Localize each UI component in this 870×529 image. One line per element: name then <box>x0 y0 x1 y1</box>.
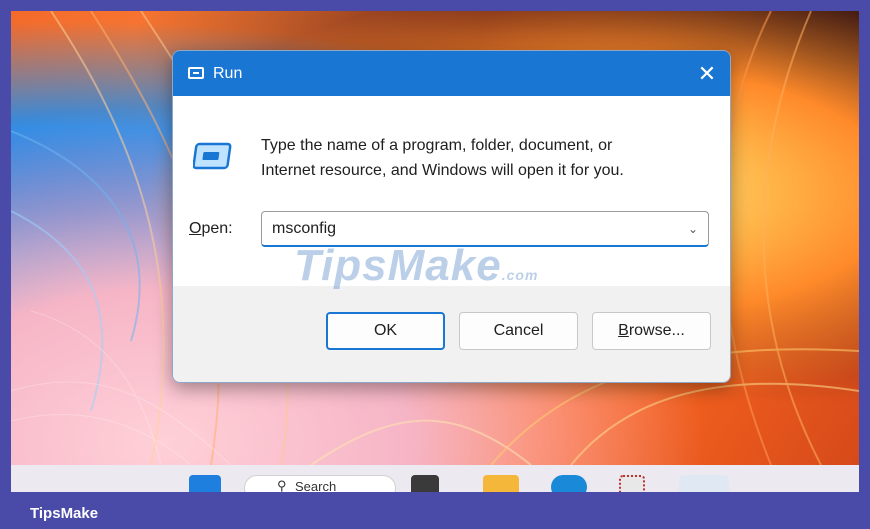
taskbar: ⚲ Search <box>11 465 859 492</box>
open-input[interactable]: msconfig <box>272 220 336 238</box>
watermark-text: TipsMake <box>294 241 502 290</box>
search-label: Search <box>295 479 337 492</box>
start-icon[interactable] <box>189 475 221 492</box>
watermark-suffix: .com <box>501 267 539 283</box>
watermark: TipsMake.com <box>294 241 538 291</box>
open-label-rest: pen: <box>201 220 233 237</box>
search-box[interactable]: ⚲ Search <box>244 475 396 492</box>
chevron-down-icon[interactable]: ⌄ <box>688 222 700 236</box>
cancel-button[interactable]: Cancel <box>459 312 578 350</box>
dialog-title: Run <box>213 65 243 82</box>
open-label: Open: <box>189 220 233 238</box>
ok-button[interactable]: OK <box>326 312 445 350</box>
browse-label-mnemonic: B <box>618 322 629 339</box>
close-button[interactable]: ✕ <box>684 51 730 96</box>
run-program-icon <box>193 142 232 170</box>
search-icon: ⚲ <box>277 478 287 492</box>
open-label-mnemonic: O <box>189 220 202 237</box>
dialog-description: Type the name of a program, folder, docu… <box>261 133 624 183</box>
dialog-titlebar[interactable]: Run ✕ <box>173 51 730 96</box>
edge-browser-icon[interactable] <box>551 475 587 492</box>
footer-bar: TipsMake <box>0 492 870 529</box>
store-icon[interactable] <box>619 475 645 492</box>
description-line-1: Type the name of a program, folder, docu… <box>261 137 613 154</box>
run-icon <box>188 67 204 79</box>
browse-label-rest: rowse... <box>628 322 685 339</box>
browse-button[interactable]: Browse... <box>592 312 711 350</box>
description-line-2: Internet resource, and Windows will open… <box>261 162 624 179</box>
task-view-icon[interactable] <box>411 475 439 492</box>
footer-brand: TipsMake <box>30 505 99 522</box>
run-app-icon[interactable] <box>679 475 729 492</box>
run-dialog: Run ✕ Type the name of a program, folder… <box>172 50 731 383</box>
file-explorer-icon[interactable] <box>483 475 519 492</box>
